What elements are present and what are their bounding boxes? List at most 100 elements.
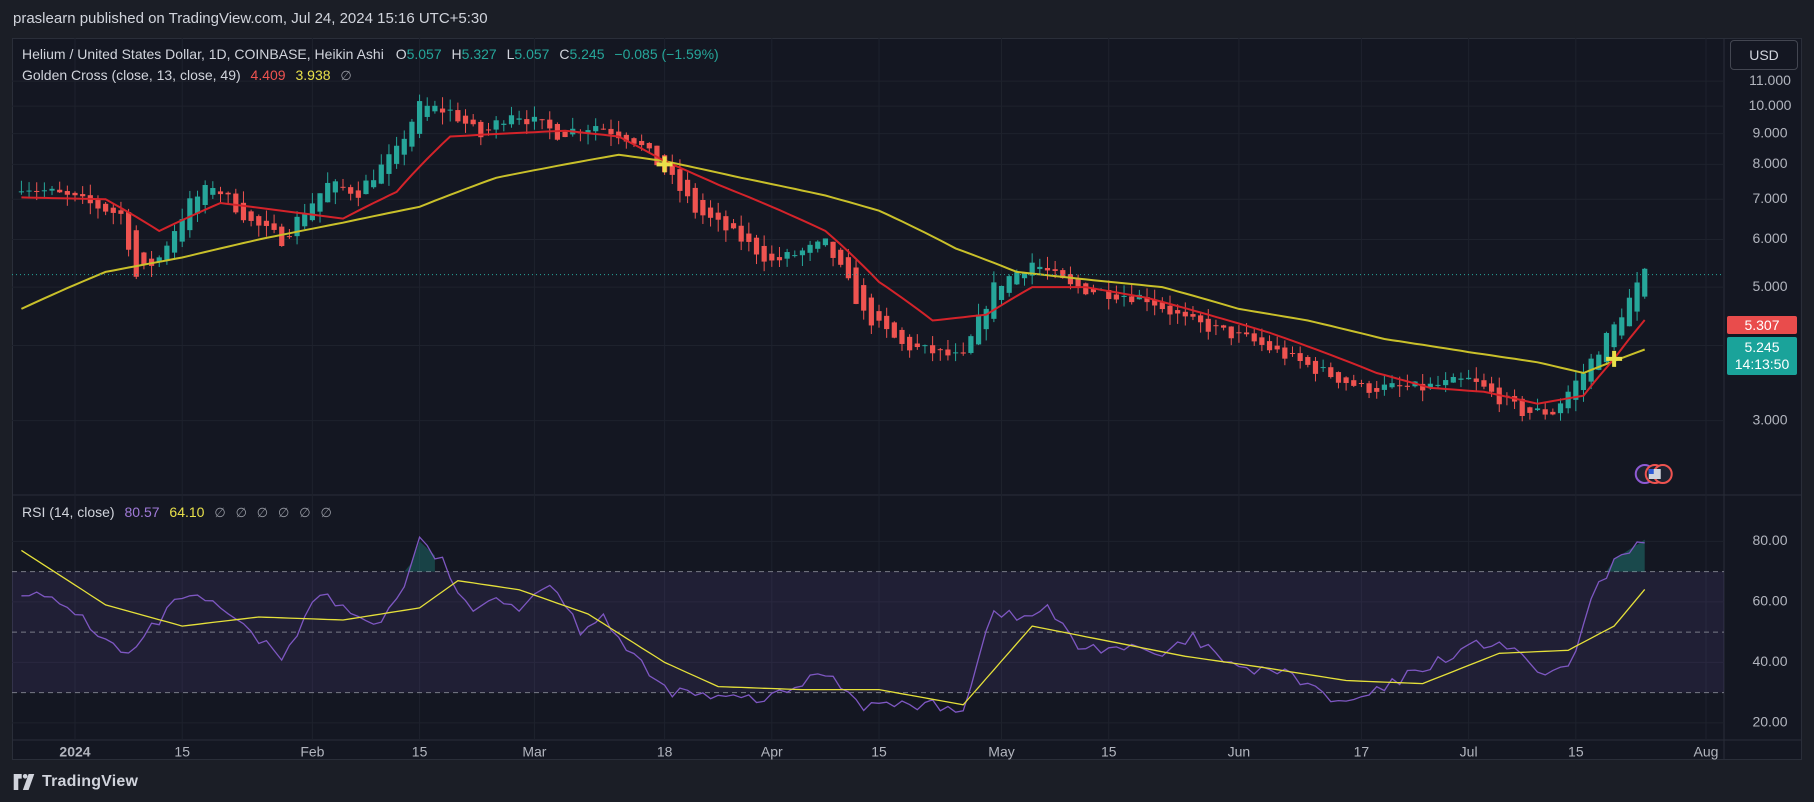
candle-body bbox=[1358, 383, 1365, 385]
candle-body bbox=[677, 169, 683, 191]
candle-body bbox=[838, 249, 844, 265]
candle-body bbox=[225, 192, 231, 195]
candle-body bbox=[753, 237, 760, 255]
candle-body bbox=[853, 267, 859, 304]
x-tick-label: 15 bbox=[1101, 743, 1117, 759]
candle-body bbox=[1159, 302, 1165, 310]
high-price-tag: 5.307 bbox=[1727, 316, 1797, 334]
x-tick-label: 17 bbox=[1354, 743, 1370, 759]
visibility-icon[interactable]: ∅ bbox=[278, 505, 289, 520]
candle-body bbox=[485, 129, 492, 131]
candle-body bbox=[80, 194, 86, 197]
rsi-legend[interactable]: RSI (14, close) 80.57 64.10 ∅ ∅ ∅ ∅ ∅ ∅ bbox=[22, 504, 332, 521]
candle-body bbox=[64, 191, 70, 195]
current-price-tag: 5.245 14:13:50 bbox=[1727, 337, 1797, 375]
candle-body bbox=[1328, 367, 1334, 378]
candle-body bbox=[302, 214, 308, 227]
candle-body bbox=[110, 207, 116, 213]
visibility-icon[interactable]: ∅ bbox=[257, 505, 268, 520]
candle-body bbox=[133, 230, 139, 277]
high-label: H bbox=[451, 46, 462, 62]
candle-body bbox=[562, 131, 568, 138]
candle-body bbox=[141, 252, 147, 266]
tradingview-logo[interactable]: TradingView bbox=[12, 773, 138, 791]
candle-body bbox=[1580, 373, 1587, 391]
candle-body bbox=[1228, 326, 1234, 339]
golden-cross-title: Golden Cross (close, 13, close, 49) bbox=[22, 67, 241, 83]
candle-body bbox=[1297, 353, 1303, 361]
visibility-icon[interactable]: ∅ bbox=[340, 68, 351, 83]
rsi-tick-label: 60.00 bbox=[1752, 593, 1787, 609]
candle-body bbox=[1037, 266, 1043, 270]
candle-body bbox=[1312, 360, 1319, 374]
candle-body bbox=[401, 138, 407, 155]
candle-body bbox=[547, 119, 553, 129]
candle-body bbox=[639, 140, 645, 146]
candle-body bbox=[447, 109, 453, 111]
candle-body bbox=[416, 101, 423, 134]
visibility-icon[interactable]: ∅ bbox=[320, 505, 331, 520]
candle-body bbox=[371, 180, 377, 188]
currency-button[interactable]: USD bbox=[1730, 40, 1798, 70]
chart-canvas[interactable]: 2024 15 Feb 15 Mar 18 Apr 15 May 15 Jun 17 Jul 15 Aug 1… bbox=[0, 0, 1814, 802]
x-tick-label: Jul bbox=[1460, 743, 1478, 759]
price-tick-label: 11.000 bbox=[1749, 72, 1791, 88]
candle-body bbox=[340, 186, 346, 188]
candle-body bbox=[455, 110, 461, 122]
candle-body bbox=[1389, 383, 1395, 388]
candle-body bbox=[776, 257, 783, 261]
candle-body bbox=[41, 190, 47, 192]
visibility-icon[interactable]: ∅ bbox=[214, 505, 225, 520]
rsi-ma-value: 64.10 bbox=[169, 504, 205, 520]
x-tick-label: Feb bbox=[300, 743, 324, 759]
candle-body bbox=[1305, 357, 1311, 365]
candle-body bbox=[891, 322, 897, 338]
x-tick-label: 15 bbox=[1568, 743, 1584, 759]
candle-body bbox=[394, 145, 400, 164]
price-tick-label: 3.000 bbox=[1752, 411, 1787, 427]
candle-body bbox=[998, 285, 1005, 300]
candle-body bbox=[1251, 333, 1257, 342]
candle-body bbox=[822, 238, 829, 246]
candle-body bbox=[72, 192, 78, 196]
current-price-label: 5.245 bbox=[1744, 339, 1780, 355]
visibility-icon[interactable]: ∅ bbox=[236, 505, 247, 520]
close-value: 5.245 bbox=[569, 46, 605, 62]
high-value: 5.327 bbox=[461, 46, 497, 62]
candle-body bbox=[1083, 283, 1089, 295]
candle-body bbox=[922, 345, 928, 347]
candle-body bbox=[1565, 391, 1571, 409]
candle-body bbox=[899, 329, 905, 344]
visibility-icon[interactable]: ∅ bbox=[299, 505, 310, 520]
x-tick-label: 15 bbox=[174, 743, 190, 759]
candle-body bbox=[1213, 325, 1219, 327]
ma-slow-value: 3.938 bbox=[295, 67, 331, 83]
candle-body bbox=[171, 231, 178, 253]
candle-body bbox=[983, 308, 989, 330]
candle-body bbox=[378, 164, 384, 184]
candle-body bbox=[271, 223, 277, 230]
candle-body bbox=[1527, 407, 1533, 413]
low-value: 5.057 bbox=[514, 46, 550, 62]
candle-body bbox=[907, 336, 913, 351]
symbol-legend[interactable]: Helium / United States Dollar, 1D, COINB… bbox=[22, 46, 719, 62]
golden-cross-legend[interactable]: Golden Cross (close, 13, close, 49) 4.40… bbox=[22, 67, 352, 84]
candle-body bbox=[738, 225, 744, 242]
candle-body bbox=[26, 190, 32, 192]
bar-countdown: 14:13:50 bbox=[1734, 356, 1790, 372]
candle-body bbox=[1466, 377, 1472, 380]
candle-body bbox=[424, 105, 430, 117]
candle-body bbox=[501, 123, 507, 125]
candle-body bbox=[1397, 385, 1403, 387]
candle-body bbox=[1642, 268, 1648, 297]
candle-body bbox=[1067, 274, 1074, 285]
candle-body bbox=[700, 200, 706, 216]
candle-body bbox=[1205, 318, 1211, 332]
candle-body bbox=[746, 233, 752, 242]
candle-body bbox=[432, 105, 438, 112]
candle-body bbox=[1435, 384, 1441, 386]
candle-body bbox=[179, 219, 185, 242]
candle-body bbox=[18, 191, 24, 193]
rsi-tick-label: 20.00 bbox=[1752, 714, 1787, 730]
footer-bar bbox=[0, 760, 1814, 802]
